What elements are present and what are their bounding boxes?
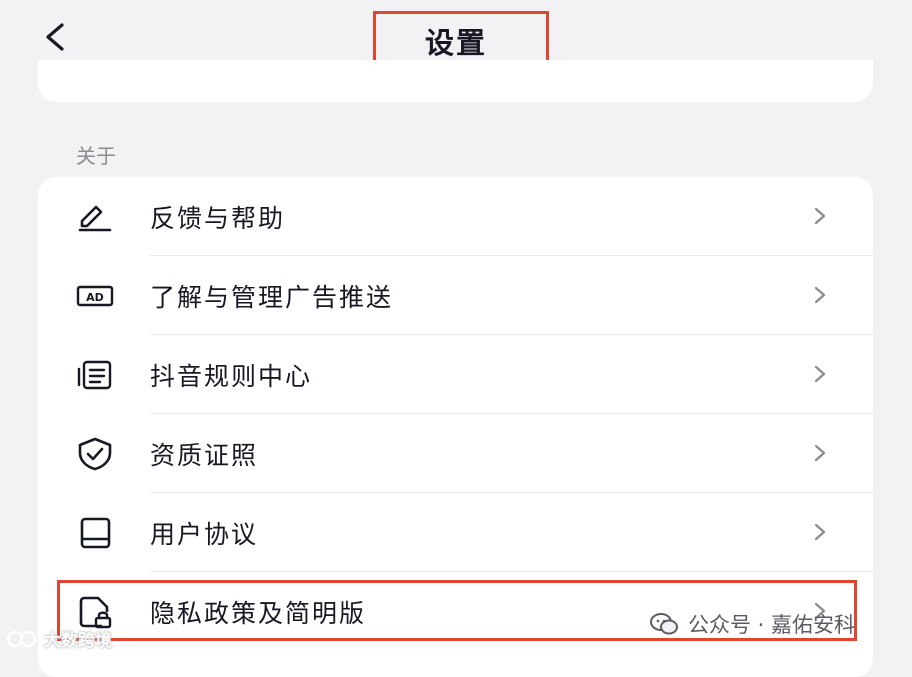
previous-section-card xyxy=(38,60,873,102)
chevron-right-icon xyxy=(814,207,826,225)
menu-item-label: 用户协议 xyxy=(150,520,259,549)
menu-item-rules-center[interactable]: 抖音规则中心 xyxy=(38,335,873,414)
menu-item-label: 了解与管理广告推送 xyxy=(150,283,394,312)
chevron-right-icon xyxy=(814,365,826,383)
shield-check-icon xyxy=(78,437,112,471)
svg-text:AD: AD xyxy=(86,291,104,304)
section-label-about: 关于 xyxy=(76,144,116,168)
menu-item-ad-management[interactable]: AD 了解与管理广告推送 xyxy=(38,256,873,335)
chevron-right-icon xyxy=(814,523,826,541)
wechat-icon xyxy=(650,613,678,635)
menu-item-qualifications[interactable]: 资质证照 xyxy=(38,414,873,493)
rules-document-icon xyxy=(77,360,112,390)
watermark-wechat: 公众号 · 嘉佑安科 xyxy=(650,608,855,640)
menu-item-user-agreement[interactable]: 用户协议 xyxy=(38,493,873,572)
menu-item-label: 资质证照 xyxy=(150,441,259,470)
watermark-text-secondary: 大数跨境 xyxy=(44,631,112,651)
menu-item-label: 反馈与帮助 xyxy=(150,204,286,233)
chevron-right-icon xyxy=(814,444,826,462)
chevron-right-icon xyxy=(814,286,826,304)
logo-mark-icon xyxy=(6,630,37,647)
menu-item-feedback-help[interactable]: 反馈与帮助 xyxy=(38,177,873,256)
ad-icon: AD xyxy=(76,285,114,307)
edit-pen-icon xyxy=(78,205,112,232)
menu-item-label: 抖音规则中心 xyxy=(150,362,313,391)
watermark-text: 公众号 · 嘉佑安科 xyxy=(688,613,856,637)
book-icon xyxy=(80,517,111,549)
watermark-logo: 大数跨境 xyxy=(6,626,112,651)
